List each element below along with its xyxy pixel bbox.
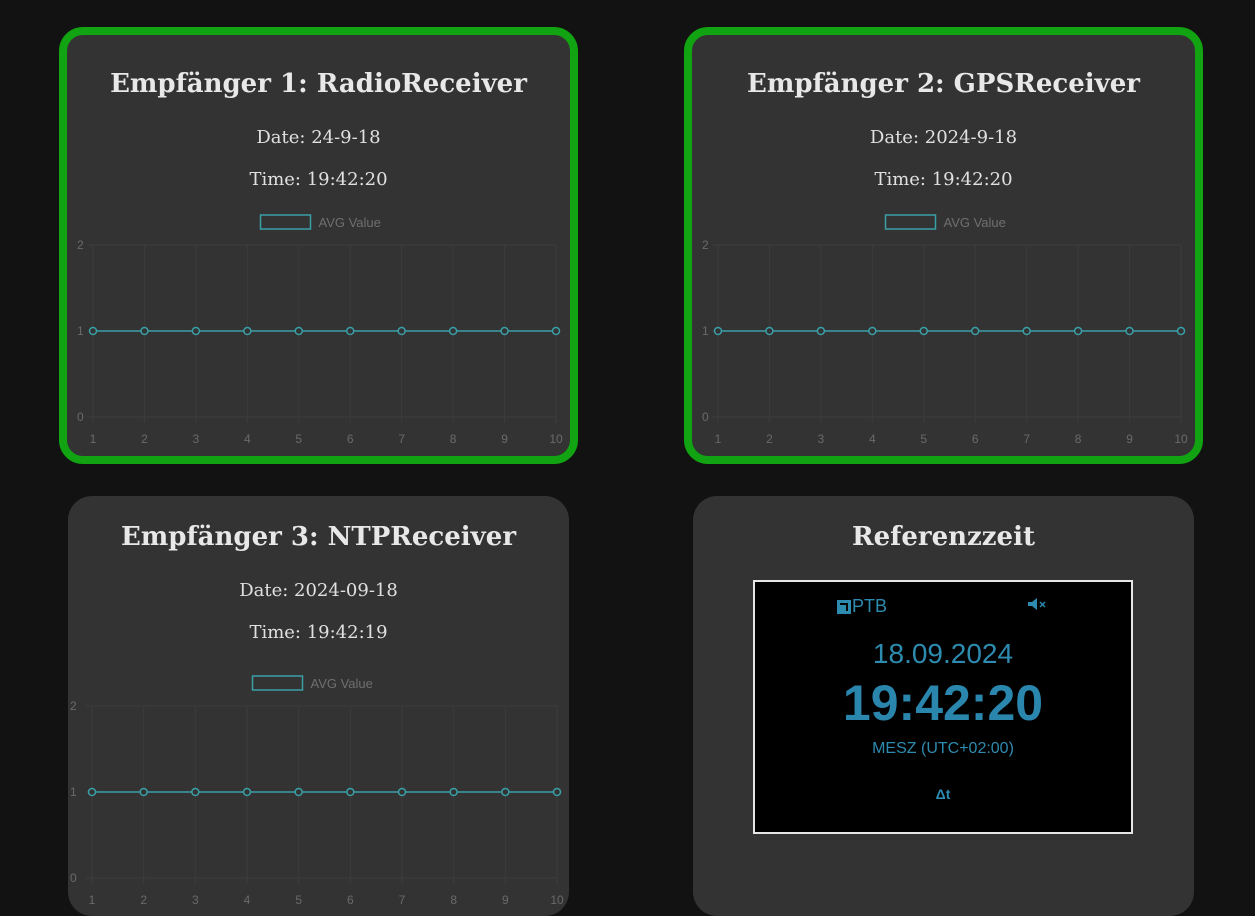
y-tick-label: 1 [702,324,709,338]
data-point [919,326,929,336]
data-point [191,326,201,336]
data-point [448,326,458,336]
data-point [140,326,149,336]
ptb-logo-text: PTB [852,596,888,616]
data-point [346,787,355,797]
legend-label: AVG Value [944,215,1006,230]
x-tick-label: 1 [89,893,96,907]
card-title: Referenzzeit [852,522,1035,552]
x-tick-label: 3 [193,432,200,446]
x-tick-label: 6 [972,432,979,446]
x-tick-label: 4 [869,432,876,446]
data-point [191,787,200,797]
data-point [294,787,303,797]
y-tick-label: 0 [77,410,84,424]
x-tick-label: 7 [399,893,406,907]
x-tick-label: 1 [90,432,97,446]
data-point [765,326,774,336]
avg-value-chart: AVG Value0121 2 3 4 5 6 7 8 9 10 [702,214,1188,446]
x-tick-label: 3 [818,432,825,446]
data-point [397,326,406,336]
x-tick-label: 2 [141,432,148,446]
data-point [552,787,562,797]
data-point [87,787,97,797]
data-point [816,326,826,336]
y-tick-label: 2 [77,238,84,252]
y-tick-label: 2 [70,699,77,713]
legend-label: AVG Value [319,215,381,230]
x-tick-label: 6 [347,432,354,446]
data-point [1125,326,1134,336]
data-point [500,326,509,336]
x-tick-label: 9 [1126,432,1133,446]
x-tick-label: 8 [450,432,457,446]
x-tick-label: 6 [347,893,354,907]
data-point [1022,326,1031,336]
data-point [449,787,458,797]
x-tick-label: 2 [766,432,773,446]
x-tick-label: 5 [295,432,302,446]
x-tick-label: 9 [502,893,509,907]
legend-swatch [884,214,937,230]
y-tick-label: 0 [702,410,709,424]
x-tick-label: 4 [244,893,251,907]
x-tick-label: 7 [1023,432,1030,446]
avg-value-chart: AVG Value0121 2 3 4 5 6 7 8 9 10 [70,675,564,907]
x-tick-label: 7 [398,432,405,446]
data-point [243,326,252,336]
x-tick-label: 3 [192,893,199,907]
legend-swatch [251,675,304,691]
data-point [1073,326,1083,336]
y-tick-label: 2 [702,238,709,252]
x-tick-label: 2 [140,893,147,907]
y-tick-label: 0 [70,871,77,885]
data-point [88,326,98,336]
y-tick-label: 1 [77,324,84,338]
data-point [1176,326,1186,336]
x-tick-label: 10 [550,893,564,907]
data-point [345,326,355,336]
x-tick-label: 8 [450,893,457,907]
x-tick-label: 5 [920,432,927,446]
data-point [397,787,407,797]
legend-swatch [259,214,312,230]
x-tick-label: 10 [549,432,563,446]
receiver-card-2: Empfänger 2: GPSReceiver Date: 2024-9-18… [684,27,1203,464]
receiver-card-3: Empfänger 3: NTPReceiver Date: 2024-09-1… [68,496,569,916]
data-point [294,326,304,336]
y-tick-label: 1 [70,785,77,799]
data-point [551,326,561,336]
data-point [501,787,510,797]
data-point [713,326,723,336]
x-tick-label: 4 [244,432,251,446]
clock-timezone: MESZ (UTC+02:00) [872,740,1014,757]
x-tick-label: 9 [501,432,508,446]
ptb-logo-icon [837,599,851,614]
reference-clock: PTB 18.09.2024 19:42:20 MESZ (UTC+02:00)… [753,580,1133,834]
data-point [139,787,148,797]
delta-t-button[interactable]: Δt [755,786,1131,802]
receiver-card-1: Empfänger 1: RadioReceiver Date: 24-9-18… [59,27,578,464]
x-tick-label: 1 [715,432,722,446]
data-point [970,326,980,336]
x-tick-label: 8 [1075,432,1082,446]
data-point [868,326,877,336]
data-point [242,787,252,797]
x-tick-label: 10 [1174,432,1188,446]
speaker-mute-icon[interactable] [1027,597,1049,614]
clock-date: 18.09.2024 [872,638,1014,669]
ptb-logo: PTB [837,596,887,617]
x-tick-label: 5 [295,893,302,907]
clock-time: 19:42:20 [842,675,1044,731]
avg-value-chart: AVG Value0121 2 3 4 5 6 7 8 9 10 [77,214,563,446]
legend-label: AVG Value [311,676,373,691]
reference-time-card: Referenzzeit PTB 18.09.2024 19:42:20 MES… [693,496,1194,916]
